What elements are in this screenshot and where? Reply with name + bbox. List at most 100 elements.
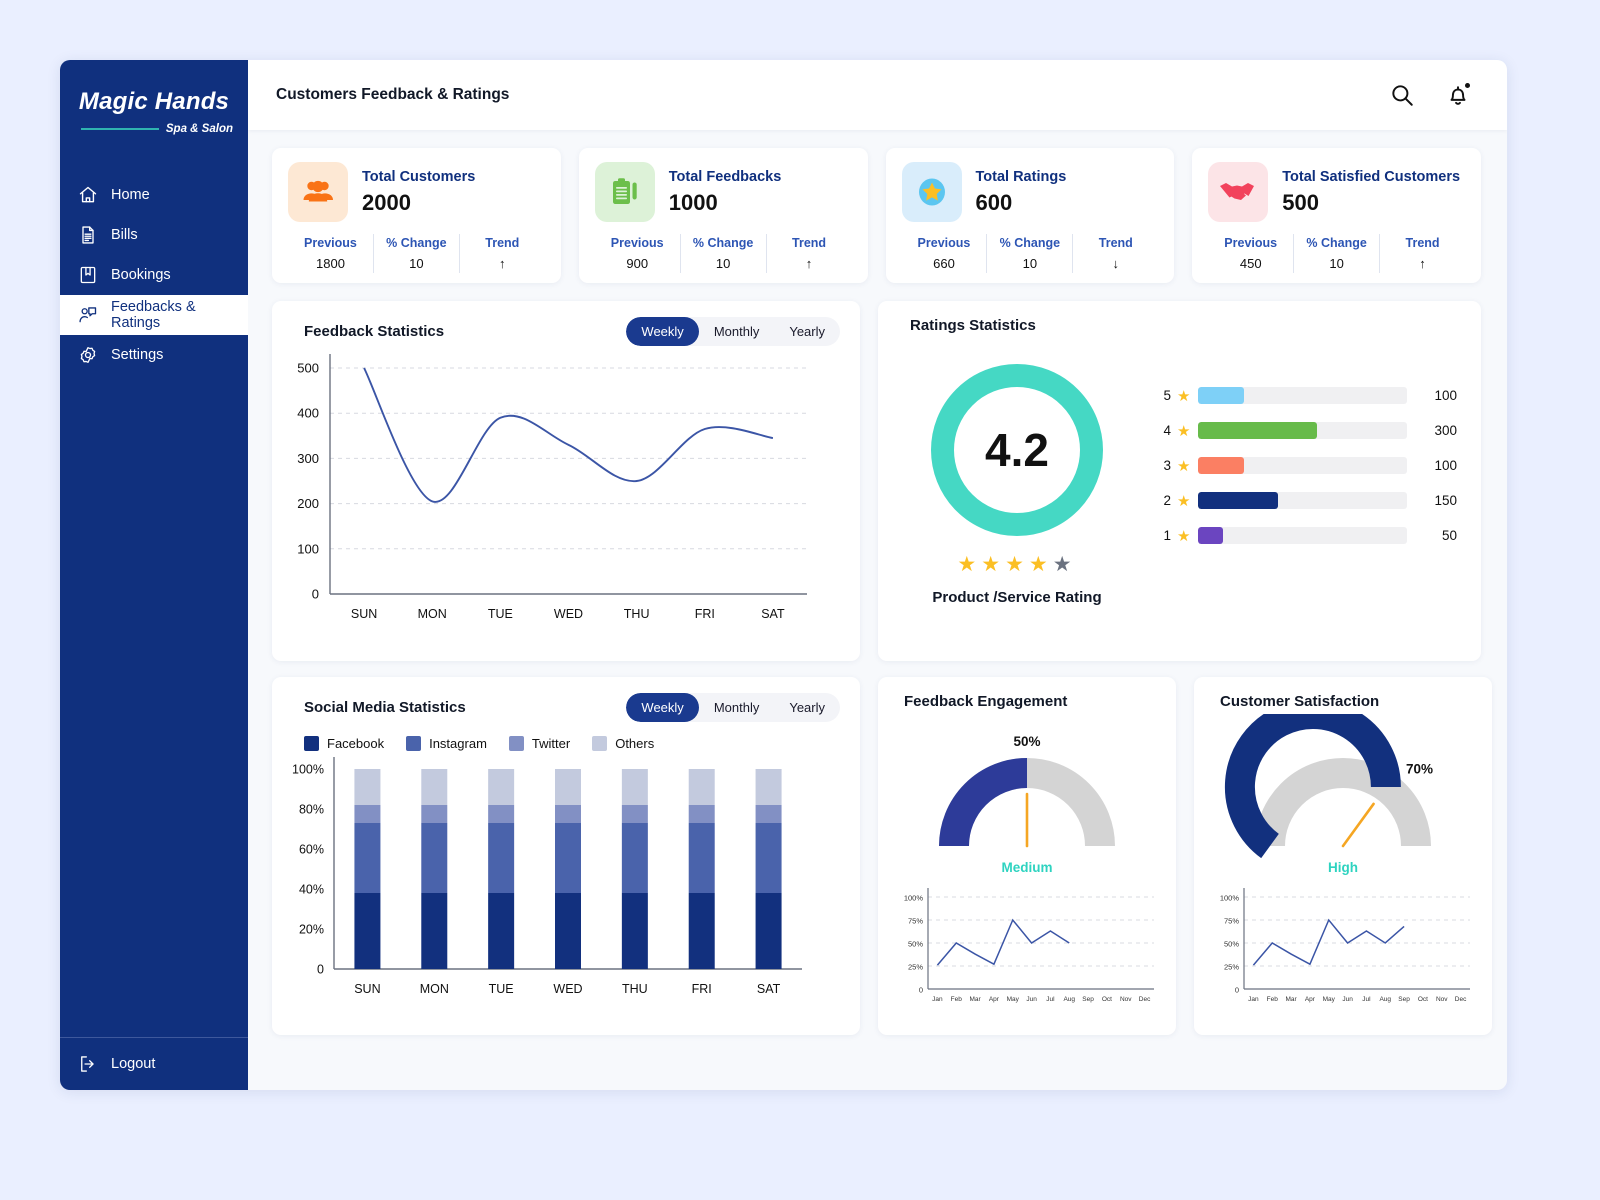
svg-text:100%: 100% — [292, 763, 324, 777]
kpi-footer: Previous 1800 % Change 10 Trend ↑ — [288, 234, 545, 273]
svg-text:100: 100 — [297, 541, 319, 556]
sidebar-item-home[interactable]: Home — [60, 175, 248, 215]
rating-donut: 4.2 — [931, 364, 1103, 536]
users-icon — [288, 162, 348, 222]
kpi-change-value: 10 — [715, 256, 731, 271]
svg-text:Aug: Aug — [1063, 996, 1075, 1003]
svg-text:Aug: Aug — [1379, 996, 1391, 1003]
svg-text:Feb: Feb — [951, 996, 963, 1003]
charts-row-1: Feedback Statistics Weekly Monthly Yearl… — [272, 301, 1481, 661]
kpi-card-total-ratings: Total Ratings 600 Previous 660 % Change … — [885, 148, 1175, 283]
svg-text:Nov: Nov — [1120, 996, 1132, 1003]
ratings-statistics-panel: Ratings Statistics 4.2 ★★★★★ Product /Se… — [878, 301, 1481, 661]
svg-text:Mar: Mar — [969, 996, 981, 1003]
svg-text:Sep: Sep — [1082, 996, 1094, 1003]
star-empty-icon: ★ — [1052, 553, 1077, 576]
rating-bar-track — [1198, 422, 1407, 439]
rating-bar-value: 150 — [1434, 493, 1457, 508]
svg-text:FRI: FRI — [695, 607, 715, 621]
feedback-line-chart: 0 100 200 300 400 500 SUN MON TUE WED THU FRI SAT — [297, 354, 807, 621]
panel-title: Feedback Statistics — [304, 323, 445, 340]
svg-text:400: 400 — [297, 406, 319, 421]
tab-monthly[interactable]: Monthly — [699, 693, 775, 722]
rating-bar-stars: 1 — [1163, 528, 1171, 543]
svg-text:Oct: Oct — [1418, 996, 1428, 1003]
kpi-text: Total Feedbacks 1000 — [669, 169, 782, 216]
tab-weekly[interactable]: Weekly — [626, 317, 699, 346]
rating-bar-stars: 2 — [1163, 493, 1171, 508]
main-area: Customers Feedback & Ratings Total Custo… — [248, 60, 1507, 1090]
sidebar-item-label: Feedbacks & Ratings — [111, 299, 196, 331]
feedback-engagement-gauge: 50% — [939, 734, 1115, 848]
svg-text:SAT: SAT — [757, 982, 781, 996]
bell-icon[interactable] — [1445, 82, 1471, 108]
rating-bar-row: 1 ★ 50 — [1158, 518, 1457, 553]
panel-header: Feedback Statistics Weekly Monthly Yearl… — [272, 301, 860, 346]
tab-yearly[interactable]: Yearly — [774, 693, 840, 722]
rating-bar-track — [1198, 457, 1407, 474]
star-icon: ★ — [1177, 527, 1191, 545]
feedback-engagement-panel: Feedback Engagement 50% Medium 0 25% 50% 75… — [878, 677, 1176, 1035]
kpi-value: 500 — [1282, 189, 1319, 215]
sidebar-item-settings[interactable]: Settings — [60, 335, 248, 375]
bill-icon — [78, 225, 98, 245]
legend-swatch — [304, 736, 319, 751]
logout-button[interactable]: Logout — [60, 1038, 248, 1090]
rating-bar-value: 100 — [1434, 458, 1457, 473]
svg-text:0: 0 — [919, 986, 923, 995]
panel-title: Feedback Engagement — [904, 693, 1068, 710]
trend-up-icon: ↑ — [1419, 256, 1426, 271]
feedback-range-toggle[interactable]: Weekly Monthly Yearly — [626, 317, 840, 346]
sidebar-item-bills[interactable]: Bills — [60, 215, 248, 255]
tab-monthly[interactable]: Monthly — [699, 317, 775, 346]
gear-icon — [78, 345, 98, 365]
legend-swatch — [592, 736, 608, 751]
legend-item: Twitter — [508, 736, 571, 751]
kpi-change-value: 10 — [409, 256, 424, 271]
star-filled-icon: ★ — [981, 553, 1006, 576]
kpi-previous: Previous 900 — [595, 234, 680, 273]
svg-text:TUE: TUE — [489, 982, 514, 996]
svg-text:Mar: Mar — [1285, 996, 1297, 1003]
star-icon: ★ — [1177, 457, 1191, 475]
svg-text:Nov: Nov — [1436, 996, 1448, 1003]
kpi-change: % Change 10 — [1293, 234, 1379, 273]
svg-text:25%: 25% — [908, 963, 923, 972]
page-title: Customers Feedback & Ratings — [276, 86, 510, 103]
tab-yearly[interactable]: Yearly — [774, 317, 840, 346]
sidebar-item-label: Settings — [111, 347, 164, 363]
kpi-trend-head: Trend — [792, 236, 827, 250]
rating-bar-value: 100 — [1434, 388, 1457, 403]
tab-weekly[interactable]: Weekly — [626, 693, 699, 722]
svg-text:Jul: Jul — [1046, 996, 1055, 1003]
sidebar: Magic Hands Spa & Salon Home Bills Booki… — [60, 60, 248, 1090]
sidebar-item-feedbacks-ratings[interactable]: Feedbacks & Ratings — [60, 295, 248, 335]
kpi-card-total-feedbacks: Total Feedbacks 1000 Previous 900 % Chan… — [578, 148, 868, 283]
rating-stars: ★★★★★ — [902, 552, 1132, 577]
ratings-body: 4.2 ★★★★★ Product /Service Rating 5 ★ 100 4… — [878, 334, 1481, 606]
search-icon[interactable] — [1389, 82, 1415, 108]
svg-text:70%: 70% — [1406, 762, 1433, 777]
svg-text:300: 300 — [297, 451, 319, 466]
kpi-label: Total Ratings — [975, 168, 1067, 185]
legend-label: Others — [615, 736, 655, 751]
kpi-trend: Trend ↑ — [1379, 234, 1465, 273]
svg-text:Jan: Jan — [932, 996, 943, 1003]
svg-text:MON: MON — [420, 982, 449, 996]
kpi-change: % Change 10 — [679, 234, 766, 273]
social-media-statistics-panel: Social Media Statistics Weekly Monthly Y… — [272, 677, 860, 1035]
star-filled-icon: ★ — [1005, 553, 1029, 576]
brand-subtitle-row: Spa & Salon — [60, 123, 248, 135]
legend-label: Twitter — [531, 736, 571, 751]
kpi-trend: Trend ↑ — [458, 234, 545, 273]
svg-text:Dec: Dec — [1139, 996, 1151, 1003]
kpi-value: 1000 — [668, 189, 718, 215]
svg-text:0: 0 — [317, 963, 324, 977]
kpi-previous-value: 660 — [933, 256, 955, 271]
svg-text:80%: 80% — [299, 803, 324, 817]
social-range-toggle[interactable]: Weekly Monthly Yearly — [626, 693, 840, 722]
sidebar-item-label: Home — [111, 187, 150, 203]
svg-text:50%: 50% — [908, 940, 923, 949]
rating-distribution-bars: 5 ★ 100 4 ★ 300 3 ★ 100 2 ★ 150 1 ★ 50 — [1132, 356, 1457, 606]
sidebar-item-bookings[interactable]: Bookings — [60, 255, 248, 295]
